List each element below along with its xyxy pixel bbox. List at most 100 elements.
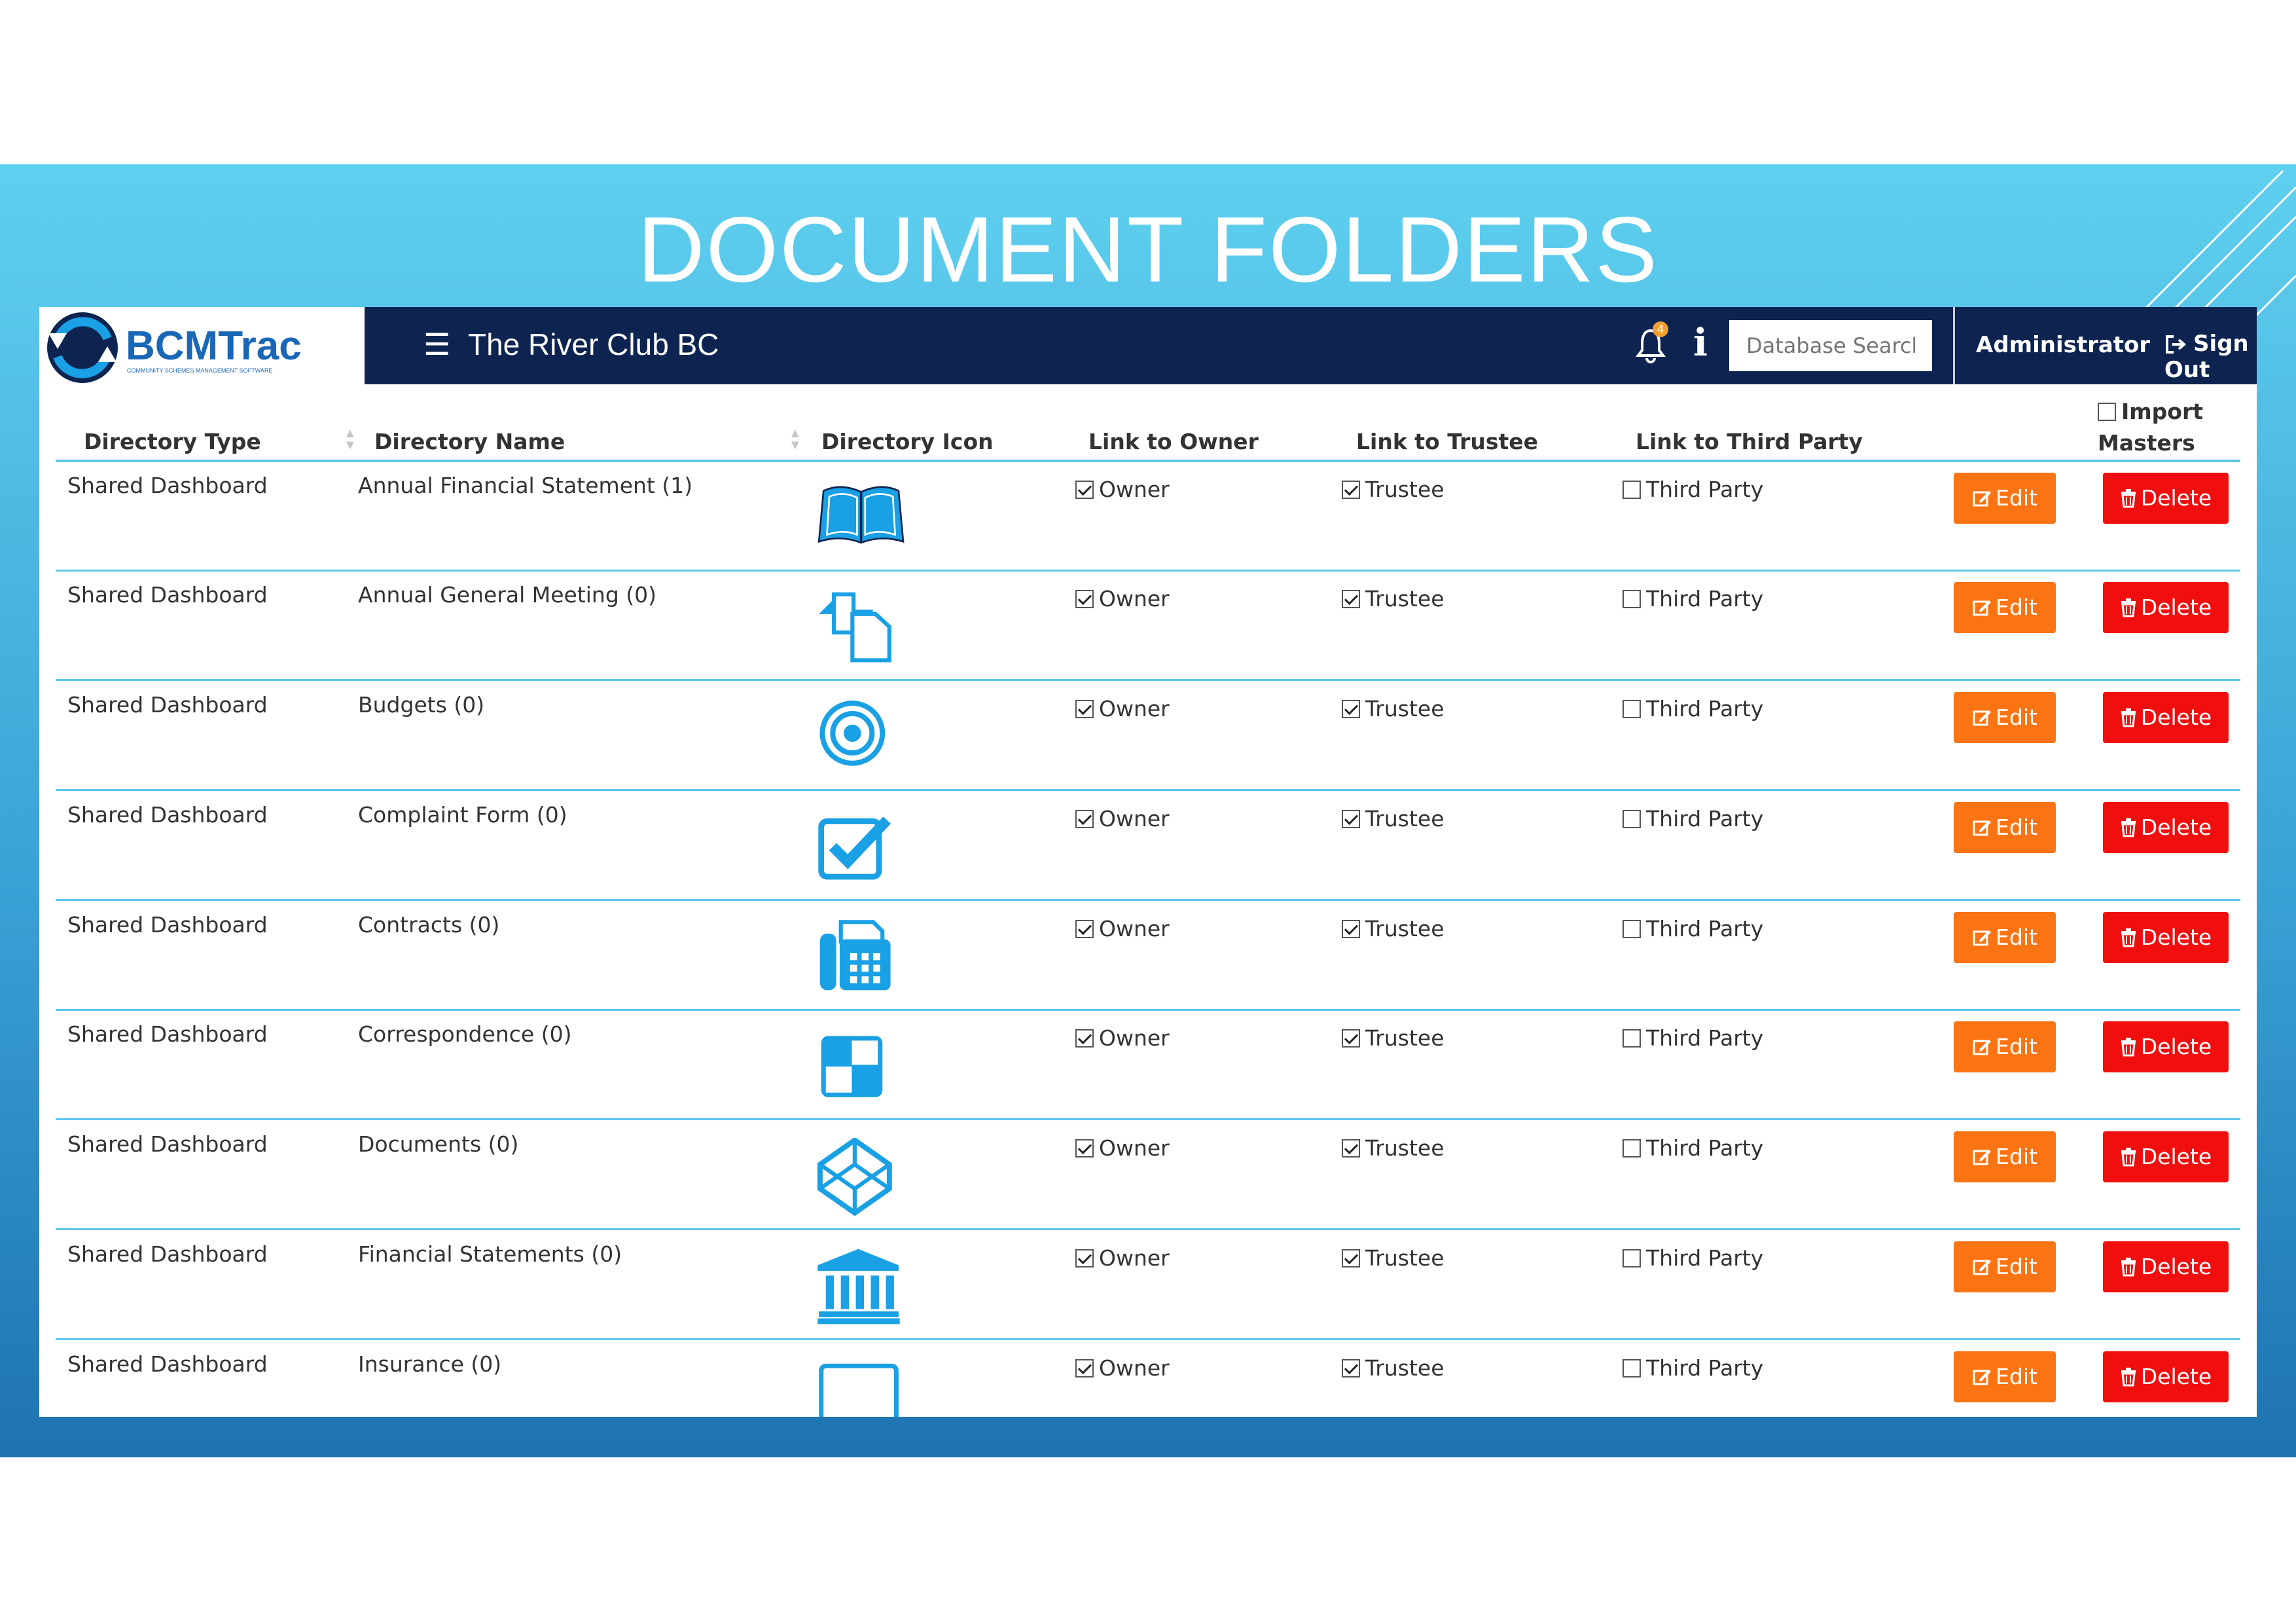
- trustee-link-toggle[interactable]: Trustee: [1342, 1355, 1444, 1381]
- third-party-link-toggle[interactable]: Third Party: [1623, 916, 1763, 941]
- trustee-link-toggle[interactable]: Trustee: [1342, 1135, 1444, 1161]
- cell-directory-name: Correspondence (0): [358, 1021, 572, 1047]
- owner-link-toggle[interactable]: Owner: [1075, 806, 1170, 831]
- third-party-link-toggle[interactable]: Third Party: [1623, 696, 1763, 721]
- third-party-checkbox[interactable]: [1623, 1249, 1641, 1267]
- third-party-link-toggle[interactable]: Third Party: [1623, 586, 1763, 611]
- trustee-checkbox[interactable]: [1342, 590, 1360, 608]
- owner-checkbox[interactable]: [1075, 700, 1094, 718]
- table-row: Shared Dashboard Annual Financial Stateme…: [56, 460, 2240, 572]
- third-party-label: Third Party: [1646, 1355, 1764, 1381]
- trustee-link-toggle[interactable]: Trustee: [1342, 806, 1444, 831]
- trustee-checkbox[interactable]: [1342, 700, 1360, 718]
- edit-button[interactable]: Edit: [1954, 802, 2056, 853]
- trustee-link-toggle[interactable]: Trustee: [1342, 477, 1444, 502]
- delete-button[interactable]: Delete: [2103, 473, 2229, 524]
- delete-button[interactable]: Delete: [2103, 1351, 2229, 1402]
- trustee-checkbox[interactable]: [1342, 1139, 1360, 1158]
- delete-button[interactable]: Delete: [2103, 692, 2229, 743]
- trustee-checkbox[interactable]: [1342, 1359, 1360, 1377]
- third-party-link-toggle[interactable]: Third Party: [1623, 1245, 1763, 1271]
- edit-button[interactable]: Edit: [1954, 473, 2056, 524]
- owner-link-toggle[interactable]: Owner: [1075, 1355, 1170, 1381]
- trustee-link-toggle[interactable]: Trustee: [1342, 916, 1444, 941]
- third-party-link-toggle[interactable]: Third Party: [1623, 1355, 1763, 1381]
- delete-button[interactable]: Delete: [2103, 912, 2229, 963]
- trustee-checkbox[interactable]: [1342, 1249, 1360, 1267]
- delete-button[interactable]: Delete: [2103, 1021, 2229, 1072]
- third-party-checkbox[interactable]: [1623, 700, 1641, 718]
- trustee-link-toggle[interactable]: Trustee: [1342, 586, 1444, 611]
- top-navbar: ☰ The River Club BC 4 i Administrator Si…: [365, 307, 2257, 384]
- owner-checkbox[interactable]: [1075, 481, 1094, 499]
- edit-button[interactable]: Edit: [1954, 1351, 2056, 1402]
- owner-checkbox[interactable]: [1075, 1029, 1094, 1048]
- col-directory-type[interactable]: Directory Type: [84, 429, 261, 454]
- third-party-link-toggle[interactable]: Third Party: [1623, 1135, 1763, 1161]
- third-party-link-toggle[interactable]: Third Party: [1623, 1025, 1763, 1051]
- owner-link-toggle[interactable]: Owner: [1075, 1025, 1170, 1051]
- owner-link-toggle[interactable]: Owner: [1075, 1245, 1170, 1271]
- third-party-checkbox[interactable]: [1623, 810, 1641, 828]
- delete-button[interactable]: Delete: [2103, 802, 2229, 853]
- database-search-input[interactable]: [1729, 320, 1932, 371]
- delete-label: Delete: [2140, 704, 2212, 730]
- sign-out-button[interactable]: Sign Out: [2164, 331, 2257, 383]
- sort-icon[interactable]: ▲ ▼: [789, 427, 802, 452]
- owner-label: Owner: [1099, 1135, 1170, 1161]
- third-party-checkbox[interactable]: [1623, 1029, 1641, 1048]
- edit-label: Edit: [1996, 1034, 2037, 1059]
- third-party-checkbox[interactable]: [1623, 1359, 1641, 1377]
- edit-button[interactable]: Edit: [1954, 582, 2056, 633]
- third-party-link-toggle[interactable]: Third Party: [1623, 477, 1763, 502]
- delete-button[interactable]: Delete: [2103, 1131, 2229, 1182]
- edit-icon: [1973, 491, 1992, 507]
- third-party-link-toggle[interactable]: Third Party: [1623, 806, 1763, 831]
- sort-icon[interactable]: ▲ ▼: [344, 427, 357, 452]
- owner-checkbox[interactable]: [1075, 1139, 1094, 1158]
- trustee-checkbox[interactable]: [1342, 920, 1360, 938]
- trustee-link-toggle[interactable]: Trustee: [1342, 1025, 1444, 1051]
- third-party-label: Third Party: [1646, 696, 1764, 721]
- edit-button[interactable]: Edit: [1954, 1131, 2056, 1182]
- col-directory-name[interactable]: Directory Name: [374, 429, 565, 454]
- trustee-checkbox[interactable]: [1342, 481, 1360, 499]
- info-icon[interactable]: i: [1693, 320, 1708, 365]
- third-party-checkbox[interactable]: [1623, 481, 1641, 499]
- user-menu-administrator[interactable]: Administrator: [1976, 332, 2150, 358]
- trustee-link-toggle[interactable]: Trustee: [1342, 696, 1444, 721]
- owner-link-toggle[interactable]: Owner: [1075, 477, 1170, 502]
- third-party-checkbox[interactable]: [1623, 1139, 1641, 1158]
- delete-button[interactable]: Delete: [2103, 582, 2229, 633]
- cell-directory-type: Shared Dashboard: [67, 1131, 268, 1157]
- edit-button[interactable]: Edit: [1954, 912, 2056, 963]
- owner-link-toggle[interactable]: Owner: [1075, 586, 1170, 611]
- edit-button[interactable]: Edit: [1954, 692, 2056, 743]
- third-party-checkbox[interactable]: [1623, 590, 1641, 608]
- edit-button[interactable]: Edit: [1954, 1021, 2056, 1072]
- owner-label: Owner: [1099, 586, 1170, 611]
- edit-button[interactable]: Edit: [1954, 1241, 2056, 1292]
- owner-checkbox[interactable]: [1075, 1249, 1094, 1267]
- owner-checkbox[interactable]: [1075, 1359, 1094, 1377]
- window-icon: [819, 1363, 899, 1417]
- import-masters-checkbox[interactable]: [2098, 403, 2116, 421]
- table-row: Shared Dashboard Annual General Meeting (…: [56, 569, 2240, 681]
- owner-checkbox[interactable]: [1075, 590, 1094, 608]
- owner-checkbox[interactable]: [1075, 810, 1094, 828]
- trustee-checkbox[interactable]: [1342, 810, 1360, 828]
- owner-link-toggle[interactable]: Owner: [1075, 696, 1170, 721]
- owner-link-toggle[interactable]: Owner: [1075, 1135, 1170, 1161]
- owner-link-toggle[interactable]: Owner: [1075, 916, 1170, 941]
- edit-label: Edit: [1996, 924, 2037, 950]
- third-party-checkbox[interactable]: [1623, 920, 1641, 938]
- delete-button[interactable]: Delete: [2103, 1241, 2229, 1292]
- bcmtrac-logo[interactable]: BCMTrac COMMUNITY SCHEMES MANAGEMENT SOF…: [39, 307, 365, 386]
- copy-files-icon: [819, 592, 891, 663]
- trustee-link-toggle[interactable]: Trustee: [1342, 1245, 1444, 1271]
- delete-label: Delete: [2140, 594, 2212, 620]
- import-masters-toggle[interactable]: Import Masters: [2098, 396, 2222, 459]
- menu-hamburger-icon[interactable]: ☰: [423, 329, 450, 359]
- trustee-checkbox[interactable]: [1342, 1029, 1360, 1048]
- owner-checkbox[interactable]: [1075, 920, 1094, 938]
